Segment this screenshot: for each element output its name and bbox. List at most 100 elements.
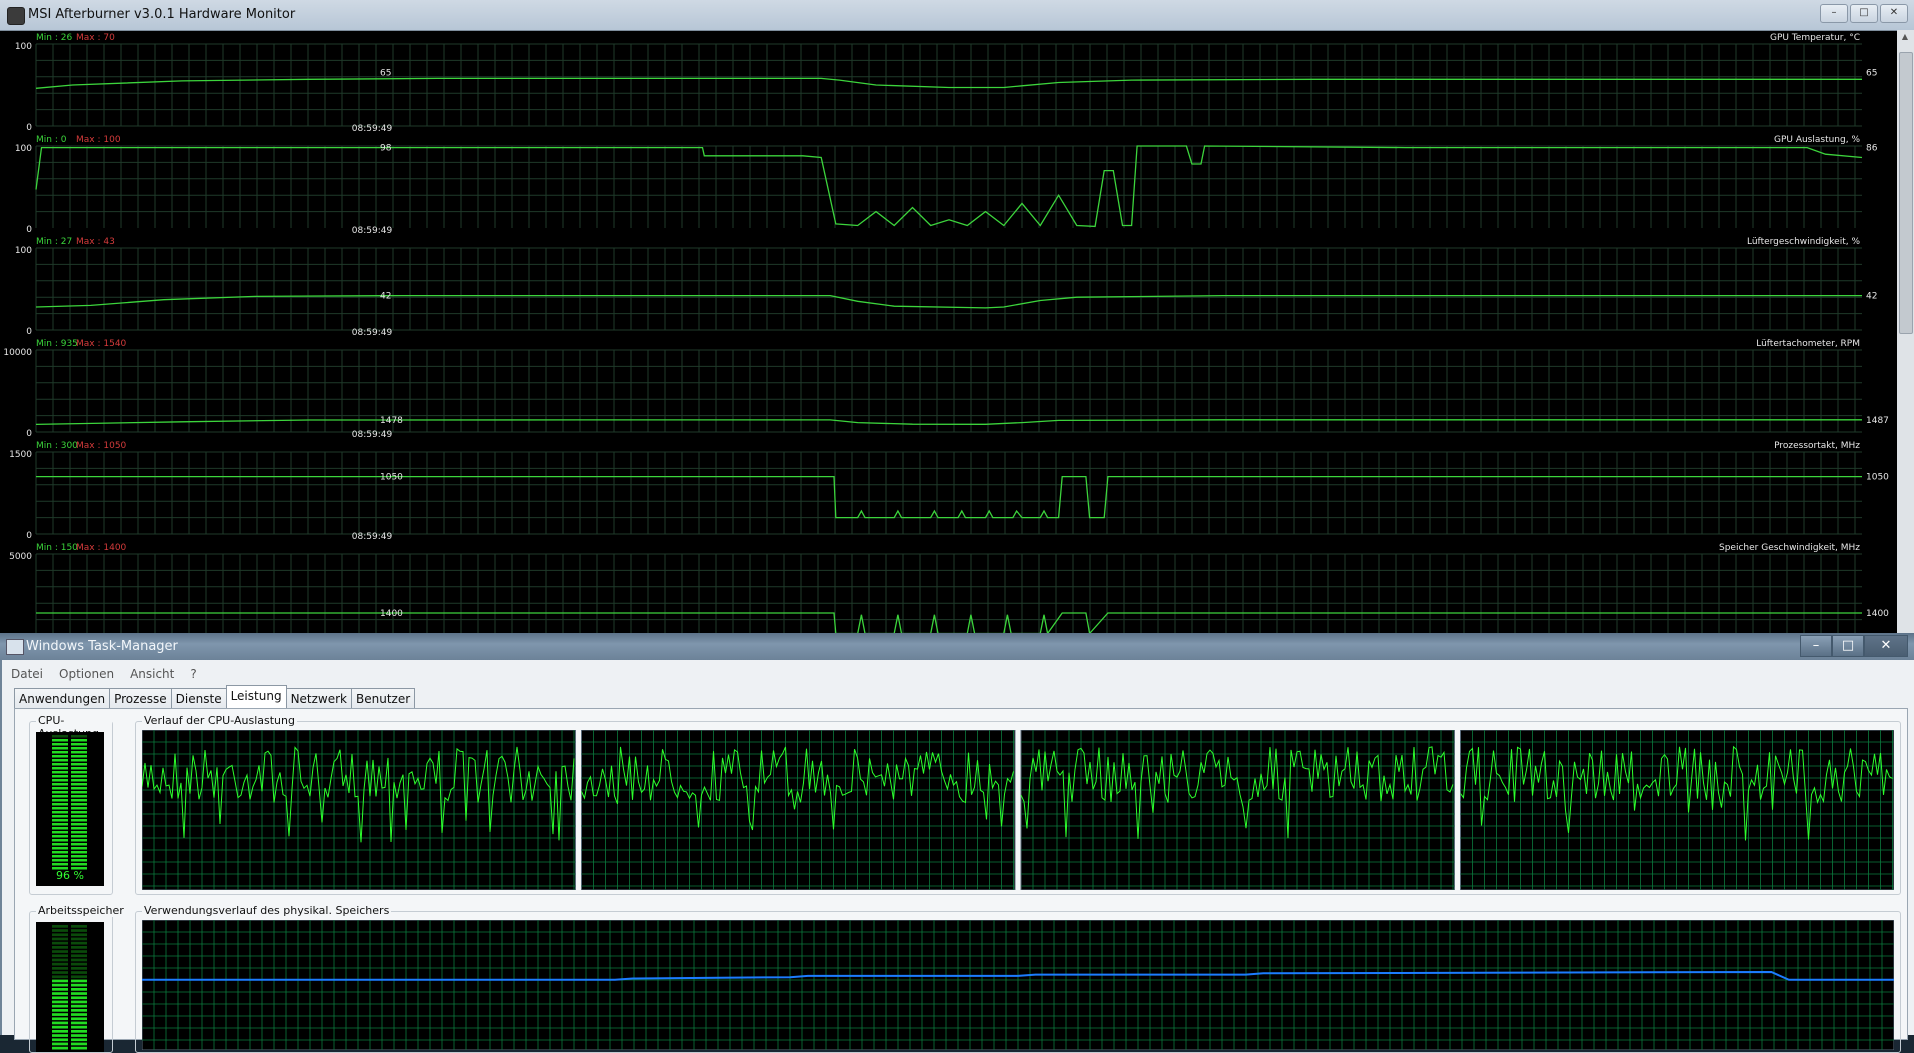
close-button[interactable]: ✕ <box>1880 4 1908 23</box>
meter-segment <box>71 925 87 928</box>
scrollbar-thumb[interactable] <box>1899 52 1913 334</box>
meter-segment <box>52 743 68 746</box>
graph-current-value: 1400 <box>1866 609 1889 619</box>
meter-segment <box>71 819 87 822</box>
graph-panel: Min : 300Max : 1050 1500 0 Prozessortakt, M… <box>9 441 1889 542</box>
scroll-up-icon[interactable]: ▲ <box>1900 32 1910 42</box>
meter-segment <box>52 787 68 790</box>
meter-segment <box>52 859 68 862</box>
meter-segment <box>52 839 68 842</box>
graph-y-bottom: 0 <box>26 429 32 439</box>
meter-segment <box>71 795 87 798</box>
meter-segment <box>71 811 87 814</box>
performance-panel: CPU-Auslastung 96 % Verlauf der CPU-Ausl… <box>14 708 1908 1053</box>
graph-min-label: Min : 26 <box>36 33 72 43</box>
meter-segment <box>52 941 68 945</box>
meter-segment <box>71 937 87 941</box>
memory-meter-bars <box>52 925 87 1050</box>
meter-segment <box>52 863 68 866</box>
meter-segment <box>71 1046 87 1050</box>
menu-help[interactable]: ? <box>189 665 197 683</box>
meter-segment <box>71 843 87 846</box>
meter-segment <box>71 950 87 953</box>
graph-cursor-value: 1050 <box>380 473 403 483</box>
graph-max-label: Max : 70 <box>76 33 115 43</box>
graph-panel: Min : 27 Max : 43 100 0 Lüftergeschwindigkei… <box>15 237 1878 338</box>
graph-y-bottom: 0 <box>26 225 32 235</box>
tab-prozesse[interactable]: Prozesse <box>109 688 172 710</box>
meter-segment <box>52 958 68 962</box>
meter-segment <box>52 835 68 838</box>
meter-segment <box>52 946 68 949</box>
meter-segment <box>71 779 87 782</box>
cpu-history-label: Verlauf der CPU-Auslastung <box>142 714 297 727</box>
tab-anwendungen[interactable]: Anwendungen <box>14 688 111 710</box>
tm-minimize-button[interactable]: – <box>1800 635 1832 657</box>
meter-segment <box>71 743 87 746</box>
meter-segment <box>52 831 68 834</box>
meter-segment <box>71 979 87 983</box>
graph-min-label: Min : 27 <box>36 237 72 247</box>
meter-segment <box>71 1042 87 1046</box>
meter-segment <box>52 739 68 742</box>
meter-segment <box>52 847 68 850</box>
meter-segment <box>52 979 68 983</box>
tm-maximize-button[interactable]: □ <box>1832 635 1864 657</box>
graph-current-value: 86 <box>1866 144 1878 154</box>
graph-cursor-value: 1400 <box>380 609 403 619</box>
meter-segment <box>52 1038 68 1042</box>
meter-segment <box>52 967 68 970</box>
graph-cursor-value: 42 <box>380 292 391 302</box>
meter-segment <box>52 795 68 798</box>
menu-datei[interactable]: Datei <box>10 665 44 683</box>
meter-segment <box>71 863 87 866</box>
meter-segment <box>71 859 87 862</box>
meter-segment <box>52 815 68 818</box>
graph-y-top: 1500 <box>9 450 32 460</box>
menu-ansicht[interactable]: Ansicht <box>129 665 175 683</box>
tab-benutzer[interactable]: Benutzer <box>351 688 416 710</box>
afterburner-titlebar[interactable]: MSI Afterburner v3.0.1 Hardware Monitor … <box>0 0 1914 31</box>
meter-segment <box>52 855 68 858</box>
memory-history-graph <box>142 920 1894 1050</box>
meter-segment <box>71 988 87 991</box>
graph-max-label: Max : 1400 <box>76 543 127 553</box>
graph-current-value: 65 <box>1866 69 1877 79</box>
meter-segment <box>71 962 87 966</box>
meter-segment <box>71 791 87 794</box>
meter-segment <box>71 958 87 962</box>
minimize-button[interactable]: – <box>1820 4 1848 23</box>
meter-segment <box>71 735 87 738</box>
meter-segment <box>52 1046 68 1050</box>
meter-segment <box>71 835 87 838</box>
graph-min-label: Min : 150 <box>36 543 78 553</box>
tab-leistung[interactable]: Leistung <box>225 685 287 710</box>
taskmanager-window: Windows Task-Manager – □ ✕ Datei Optione… <box>0 633 1914 1053</box>
taskmanager-window-controls: – □ ✕ <box>1800 635 1908 657</box>
meter-segment <box>71 751 87 754</box>
afterburner-scrollbar[interactable]: ▲ <box>1897 30 1914 640</box>
graph-title: Lüftertachometer, RPM <box>1756 339 1860 349</box>
afterburner-window: MSI Afterburner v3.0.1 Hardware Monitor … <box>0 0 1914 640</box>
meter-segment <box>71 759 87 762</box>
meter-segment <box>52 975 68 979</box>
tab-dienste[interactable]: Dienste <box>170 688 227 710</box>
menu-optionen[interactable]: Optionen <box>58 665 115 683</box>
taskmanager-titlebar[interactable]: Windows Task-Manager – □ ✕ <box>0 633 1914 660</box>
meter-segment <box>52 823 68 826</box>
graph-max-label: Max : 43 <box>76 237 115 247</box>
meter-segment <box>52 811 68 814</box>
meter-segment <box>71 851 87 854</box>
afterburner-title: MSI Afterburner v3.0.1 Hardware Monitor <box>28 7 296 22</box>
memory-history-group: Verwendungsverlauf des physikal. Speiche… <box>135 904 1901 1053</box>
graph-title: GPU Temperatur, °C <box>1770 33 1860 43</box>
tm-close-button[interactable]: ✕ <box>1864 635 1908 657</box>
maximize-button[interactable]: □ <box>1850 4 1878 23</box>
meter-segment <box>71 755 87 758</box>
meter-segment <box>52 1030 68 1033</box>
meter-segment <box>71 929 87 932</box>
meter-segment <box>52 759 68 762</box>
tab-netzwerk[interactable]: Netzwerk <box>285 688 353 710</box>
meter-segment <box>52 992 68 995</box>
graph-title: Prozessortakt, MHz <box>1774 441 1860 451</box>
